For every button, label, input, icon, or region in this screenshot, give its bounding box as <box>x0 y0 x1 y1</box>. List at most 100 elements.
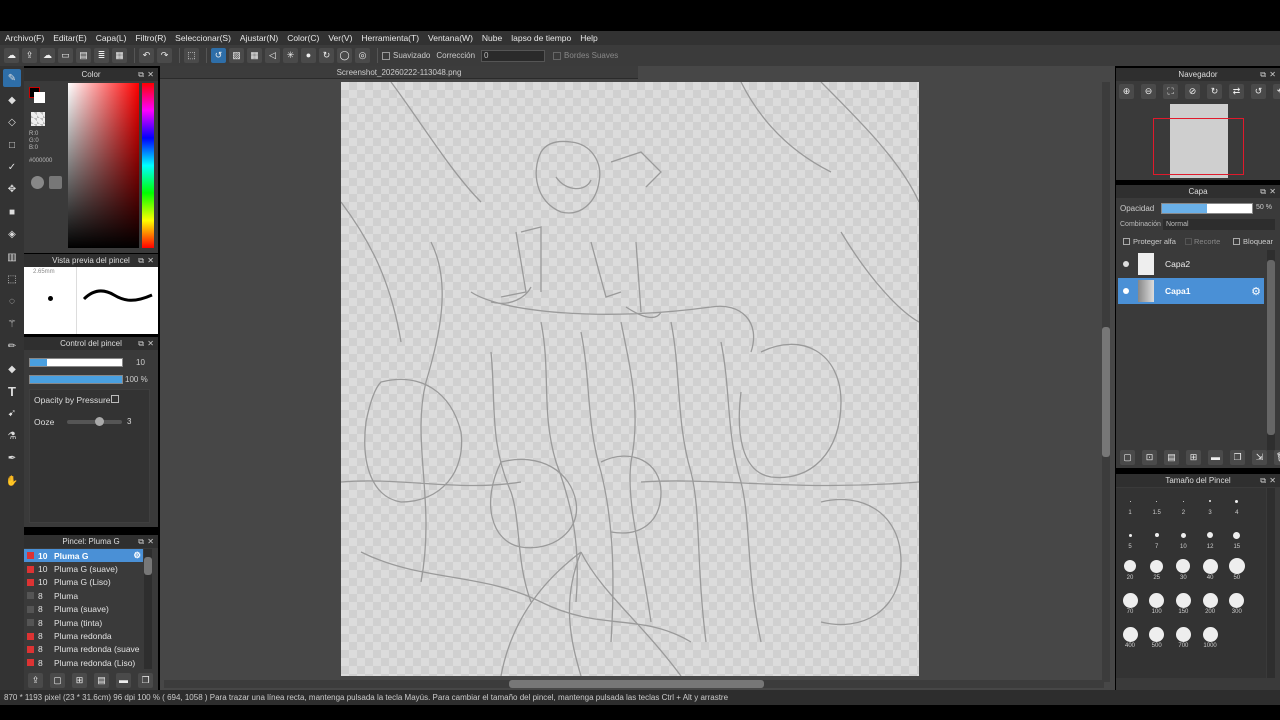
reset-rotation-icon[interactable]: ↺ <box>1251 84 1266 99</box>
zoom-in-icon[interactable]: ⊕ <box>1119 84 1134 99</box>
brush-item[interactable]: 8 Pluma redonda (suave <box>24 643 143 656</box>
canvas-horizontal-scrollbar[interactable] <box>164 680 1104 688</box>
smooth-checkbox[interactable] <box>382 51 390 60</box>
gear-icon[interactable]: ⚙ <box>133 550 141 561</box>
folder-icon[interactable]: ▬ <box>116 672 131 688</box>
select-rect-icon[interactable]: ⬚ <box>3 271 21 289</box>
undock-icon[interactable]: ⧉ <box>138 68 144 81</box>
eyedropper-icon[interactable]: ✒ <box>3 450 21 468</box>
new-layer-8bit-icon[interactable]: ⊡ <box>1142 450 1157 465</box>
menu-timelapse[interactable]: lapso de tiempo <box>511 33 571 43</box>
zoom-icon[interactable]: ⊘ <box>1185 84 1200 99</box>
close-icon[interactable]: ✕ <box>1269 68 1276 81</box>
new-brush-icon[interactable]: ▢ <box>50 672 65 688</box>
undo-icon[interactable]: ↶ <box>139 48 154 63</box>
folder-icon[interactable]: ▬ <box>1208 450 1223 465</box>
navigator-viewport-rect[interactable] <box>1153 118 1244 175</box>
menu-tool[interactable]: Herramienta(T) <box>361 33 419 43</box>
fill-rect-icon[interactable]: ■ <box>3 203 21 221</box>
rotate-ccw-icon[interactable]: ⟲ <box>1273 84 1280 99</box>
cloud-save-icon[interactable]: ☁ <box>40 48 55 63</box>
lock-checkbox[interactable] <box>1233 238 1240 245</box>
rotate-icon[interactable]: ↻ <box>1207 84 1222 99</box>
brush-size-option[interactable]: 25 <box>1145 558 1169 581</box>
menu-view[interactable]: Ver(V) <box>328 33 352 43</box>
brush-size-option[interactable]: 1 <box>1118 493 1142 516</box>
brush-item[interactable]: 10 Pluma G (suave) <box>24 562 143 575</box>
brush-size-option[interactable]: 7 <box>1145 527 1169 550</box>
clip-checkbox[interactable] <box>1185 238 1192 245</box>
close-icon[interactable]: ✕ <box>1269 474 1276 487</box>
select-pen-icon[interactable]: ✏ <box>3 338 21 356</box>
upload-brush-icon[interactable]: ⇪ <box>28 672 43 688</box>
add-layer-menu-icon[interactable]: ⊞ <box>1186 450 1201 465</box>
scrollbar-thumb[interactable] <box>144 557 152 575</box>
radial-icon[interactable]: ✳ <box>283 48 298 63</box>
menu-edit[interactable]: Editar(E) <box>53 33 87 43</box>
brush-size-option[interactable]: 3 <box>1198 493 1222 516</box>
list-icon[interactable]: ≣ <box>94 48 109 63</box>
undock-icon[interactable]: ⧉ <box>1260 474 1266 487</box>
brush-size-option[interactable]: 400 <box>1118 626 1142 649</box>
soft-edges-checkbox[interactable] <box>553 51 562 60</box>
brush-size-option[interactable]: 200 <box>1198 592 1222 615</box>
operation-tool-icon[interactable]: ➹ <box>3 405 21 423</box>
brush-size-option[interactable]: 50 <box>1225 558 1249 581</box>
grid-icon[interactable]: ▦ <box>112 48 127 63</box>
flip-icon[interactable]: ⇄ <box>1229 84 1244 99</box>
transparent-swatch[interactable] <box>31 112 45 126</box>
open-icon[interactable]: ⇪ <box>22 48 37 63</box>
dot-eraser-icon[interactable]: ◇ <box>3 114 21 132</box>
brush-size-option[interactable]: 300 <box>1225 592 1249 615</box>
layer-row-selected[interactable]: Capa1 ⚙ <box>1118 278 1264 304</box>
ooze-slider-handle[interactable] <box>95 417 104 426</box>
brush-size-slider[interactable] <box>29 358 123 367</box>
dropper-tool-icon[interactable]: ⚗ <box>3 427 21 445</box>
curve-icon[interactable]: ↻ <box>319 48 334 63</box>
perspective-icon[interactable]: ◁ <box>265 48 280 63</box>
brush-size-option[interactable]: 15 <box>1225 527 1249 550</box>
new-layer-1bit-icon[interactable]: ▤ <box>1164 450 1179 465</box>
text-tool-icon[interactable]: T <box>3 382 21 400</box>
grid-snap-icon[interactable]: ▦ <box>247 48 262 63</box>
brush-size-option[interactable]: 10 <box>1171 527 1195 550</box>
selection-icon[interactable]: ⬚ <box>184 48 199 63</box>
close-icon[interactable]: ✕ <box>1269 185 1276 198</box>
brush-item[interactable]: 10 Pluma G ⚙ <box>24 549 143 563</box>
brush-item[interactable]: 8 Pluma redonda <box>24 629 143 642</box>
drawing-canvas[interactable] <box>341 82 919 676</box>
shape-tool-icon[interactable]: □ <box>3 136 21 154</box>
close-icon[interactable]: ✕ <box>147 68 154 81</box>
brush-size-option[interactable]: 12 <box>1198 527 1222 550</box>
undock-icon[interactable]: ⧉ <box>1260 185 1266 198</box>
protect-alpha-checkbox[interactable] <box>1123 238 1130 245</box>
brush-tool-icon[interactable]: ✎ <box>3 69 21 87</box>
brush-size-option[interactable]: 500 <box>1145 626 1169 649</box>
scrollbar-thumb[interactable] <box>1102 327 1110 457</box>
visibility-icon[interactable] <box>1123 288 1129 294</box>
brush-item[interactable]: 10 Pluma G (Liso) <box>24 576 143 589</box>
correction-select[interactable]: 0 <box>481 49 546 62</box>
color-swap-icon[interactable] <box>49 176 62 189</box>
page-icon[interactable]: ▤ <box>76 48 91 63</box>
close-icon[interactable]: ✕ <box>147 337 154 350</box>
eraser-tool-icon[interactable]: ◆ <box>3 91 21 109</box>
delete-layer-icon[interactable]: 🗑 <box>1274 450 1280 465</box>
gear-icon[interactable]: ⚙ <box>1251 285 1261 298</box>
new-layer-icon[interactable]: ▢ <box>1120 450 1135 465</box>
brush-size-option[interactable]: 20 <box>1118 558 1142 581</box>
menu-file[interactable]: Archivo(F) <box>5 33 44 43</box>
scrollbar-thumb[interactable] <box>1267 260 1275 435</box>
select-eraser-icon[interactable]: ◆ <box>3 360 21 378</box>
move-tool-icon[interactable]: ✥ <box>3 181 21 199</box>
brush-item[interactable]: 8 Pluma redonda (Liso) <box>24 656 143 669</box>
fit-icon[interactable]: ⛶ <box>1163 84 1178 99</box>
menu-filter[interactable]: Filtro(R) <box>135 33 166 43</box>
brush-size-scrollbar[interactable] <box>1267 488 1275 678</box>
menu-cloud[interactable]: Nube <box>482 33 502 43</box>
brush-list-scrollbar[interactable] <box>144 549 152 669</box>
visibility-icon[interactable] <box>1123 261 1129 267</box>
opacity-by-pressure-checkbox[interactable] <box>111 395 119 403</box>
hatch-icon[interactable]: ▨ <box>229 48 244 63</box>
redo-icon[interactable]: ↷ <box>157 48 172 63</box>
